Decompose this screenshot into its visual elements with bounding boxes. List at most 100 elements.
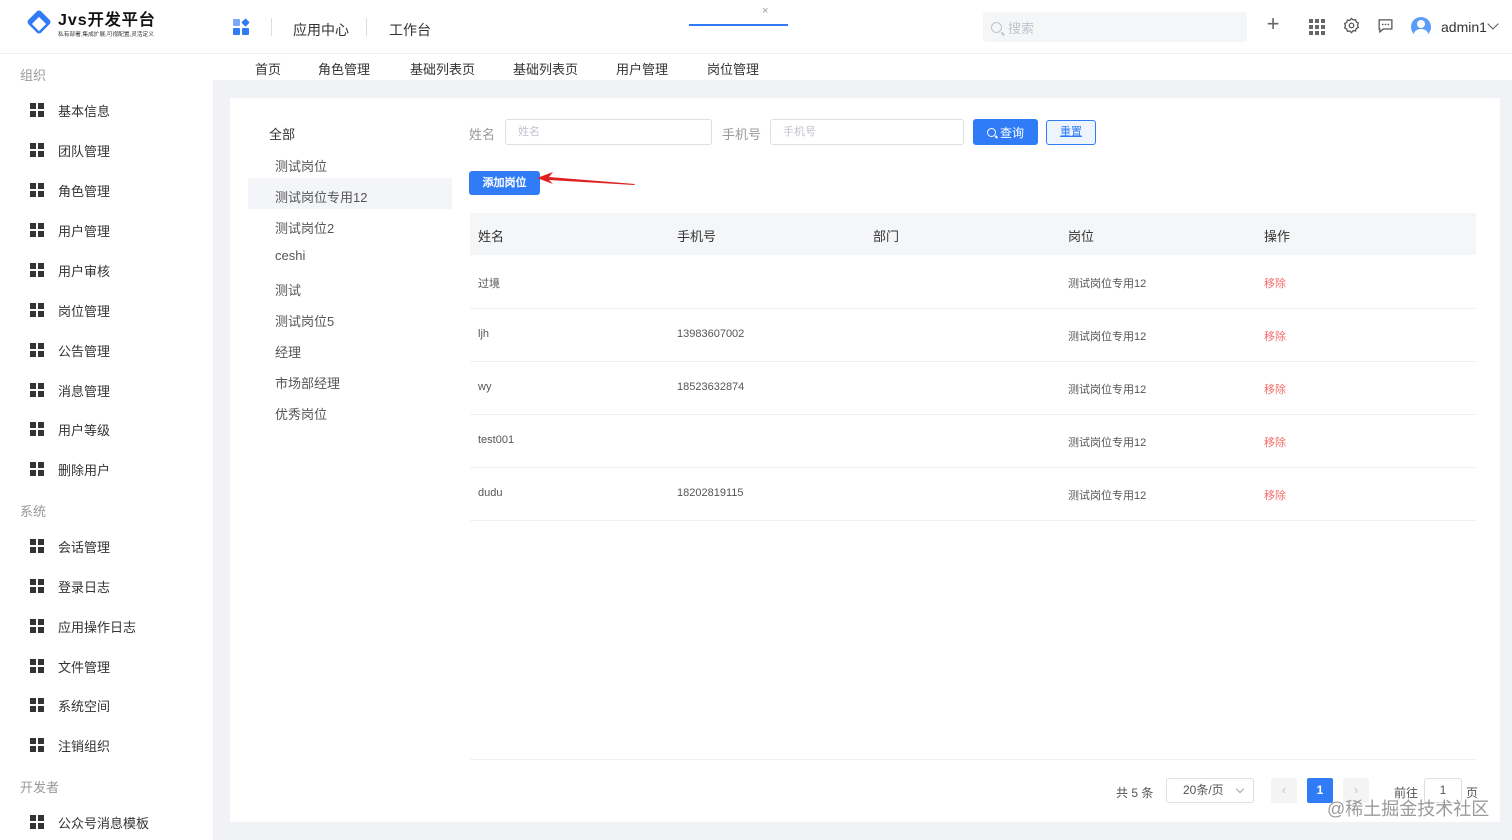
sidebar-item-label: 文件管理 — [58, 659, 111, 675]
category-item[interactable]: 测试岗位2 — [275, 218, 334, 237]
sidebar-item-label: 用户等级 — [58, 422, 111, 438]
cell-post: 测试岗位专用12 — [1068, 278, 1147, 290]
tab-roles[interactable]: 角色管理 — [318, 59, 370, 78]
prev-page-button[interactable]: ‹ — [1271, 778, 1297, 803]
column-header-dept: 部门 — [873, 229, 900, 244]
phone-input[interactable]: 手机号 — [770, 119, 964, 145]
divider — [366, 18, 367, 36]
sidebar-item-label: 公众号消息模板 — [58, 815, 150, 831]
logo-icon — [26, 9, 54, 39]
sidebar-item-label: 用户管理 — [58, 223, 111, 239]
row-divider — [470, 467, 1476, 468]
column-header-phone: 手机号 — [677, 229, 717, 244]
row-divider — [470, 414, 1476, 415]
sidebar-item-posts[interactable]: 岗位管理 — [30, 300, 110, 320]
category-item[interactable]: 测试岗位5 — [275, 311, 334, 330]
grid-icon — [30, 738, 44, 752]
message-icon[interactable] — [1376, 17, 1394, 35]
category-item[interactable]: 市场部经理 — [275, 373, 340, 392]
remove-link[interactable]: 移除 — [1264, 434, 1286, 450]
sidebar-item-announcements[interactable]: 公告管理 — [30, 340, 110, 360]
table-bottom-divider — [470, 759, 1476, 760]
category-item[interactable]: 测试岗位 — [275, 156, 327, 175]
plus-icon[interactable]: + — [1264, 13, 1282, 35]
tab-users[interactable]: 用户管理 — [616, 59, 668, 78]
remove-link[interactable]: 移除 — [1264, 487, 1286, 503]
grid-icon — [30, 422, 44, 436]
sidebar: 组织 基本信息 团队管理 角色管理 用户管理 用户审核 岗位管理 公告管理 消息… — [0, 54, 213, 840]
category-item[interactable]: 优秀岗位 — [275, 404, 327, 423]
sidebar-item-cancel-org[interactable]: 注销组织 — [30, 735, 110, 755]
category-item[interactable]: 测试 — [275, 280, 301, 299]
sidebar-item-label: 用户审核 — [58, 263, 111, 279]
row-divider — [470, 520, 1476, 521]
sidebar-item-user-review[interactable]: 用户审核 — [30, 260, 110, 280]
sidebar-item-label: 基本信息 — [58, 103, 111, 119]
tab-basic-list-2[interactable]: 基础列表页 — [513, 59, 578, 78]
cell-post: 测试岗位专用12 — [1068, 331, 1147, 343]
sidebar-group-system: 系统 — [20, 504, 47, 519]
search-input[interactable]: 搜索 — [983, 12, 1247, 42]
cell-name: ljh — [478, 328, 490, 340]
nav-app-center[interactable]: 应用中心 — [293, 20, 349, 40]
add-post-button[interactable]: 添加岗位 — [469, 171, 540, 195]
reset-button[interactable]: 重置 — [1046, 120, 1096, 145]
remove-link[interactable]: 移除 — [1264, 381, 1286, 397]
sidebar-item-messages[interactable]: 消息管理 — [30, 380, 110, 400]
apps-grid-icon[interactable] — [1307, 17, 1325, 35]
logo-subtitle: 私有部署,集成扩展,可视配置,灵活定义 — [58, 31, 154, 38]
sidebar-item-app-log[interactable]: 应用操作日志 — [30, 616, 136, 636]
sidebar-item-roles[interactable]: 角色管理 — [30, 180, 110, 200]
logo[interactable]: Jvs开发平台 私有部署,集成扩展,可视配置,灵活定义 — [26, 9, 159, 39]
sidebar-item-label: 系统空间 — [58, 698, 111, 714]
divider — [271, 18, 272, 36]
tab-posts[interactable]: 岗位管理 — [707, 59, 759, 78]
cell-name: 过境 — [478, 278, 500, 290]
sidebar-group-developer: 开发者 — [20, 780, 60, 795]
tab-home[interactable]: 首页 — [255, 59, 281, 78]
page-size-select[interactable]: 20条/页 — [1166, 778, 1254, 803]
row-divider — [470, 308, 1476, 309]
category-all[interactable]: 全部 — [269, 124, 295, 143]
query-button[interactable]: 查询 — [973, 119, 1038, 145]
close-icon[interactable]: × — [762, 5, 768, 17]
sidebar-item-team[interactable]: 团队管理 — [30, 140, 110, 160]
grid-icon — [30, 539, 44, 553]
tab-basic-list-1[interactable]: 基础列表页 — [410, 59, 475, 78]
sidebar-item-label: 应用操作日志 — [58, 619, 137, 635]
sidebar-item-user-levels[interactable]: 用户等级 — [30, 419, 110, 439]
remove-link[interactable]: 移除 — [1264, 328, 1286, 344]
nav-workbench[interactable]: 工作台 — [389, 20, 431, 40]
category-item[interactable]: ceshi — [275, 248, 305, 263]
settings-icon[interactable] — [1342, 17, 1360, 35]
avatar[interactable] — [1411, 17, 1431, 37]
app-switch-icon[interactable] — [233, 18, 250, 35]
sidebar-item-basic-info[interactable]: 基本信息 — [30, 100, 110, 120]
sidebar-item-users[interactable]: 用户管理 — [30, 220, 110, 240]
search-icon — [986, 127, 996, 137]
cell-name: wy — [478, 381, 492, 393]
sidebar-item-sessions[interactable]: 会话管理 — [30, 536, 110, 556]
top-header: Jvs开发平台 私有部署,集成扩展,可视配置,灵活定义 应用中心 工作台 搜索 … — [0, 0, 1512, 54]
sidebar-item-deleted-users[interactable]: 删除用户 — [30, 459, 110, 479]
remove-link[interactable]: 移除 — [1264, 275, 1286, 291]
grid-icon — [30, 383, 44, 397]
phone-label: 手机号 — [722, 127, 762, 142]
chevron-down-icon[interactable] — [1487, 18, 1499, 30]
sidebar-item-mp-template[interactable]: 公众号消息模板 — [30, 812, 149, 832]
grid-icon — [30, 303, 44, 317]
cell-post: 测试岗位专用12 — [1068, 437, 1147, 449]
name-input[interactable]: 姓名 — [505, 119, 712, 145]
sidebar-item-login-log[interactable]: 登录日志 — [30, 576, 110, 596]
annotation-arrow — [537, 172, 635, 185]
sidebar-item-label: 团队管理 — [58, 143, 111, 159]
cell-post: 测试岗位专用12 — [1068, 384, 1147, 396]
sidebar-item-system-space[interactable]: 系统空间 — [30, 695, 110, 715]
grid-icon — [30, 815, 44, 829]
category-item-selected[interactable]: 测试岗位专用12 — [275, 187, 367, 206]
username[interactable]: admin1 — [1441, 19, 1487, 35]
category-item[interactable]: 经理 — [275, 342, 301, 361]
sidebar-item-label: 岗位管理 — [58, 303, 111, 319]
grid-icon — [30, 143, 44, 157]
sidebar-item-files[interactable]: 文件管理 — [30, 656, 110, 676]
